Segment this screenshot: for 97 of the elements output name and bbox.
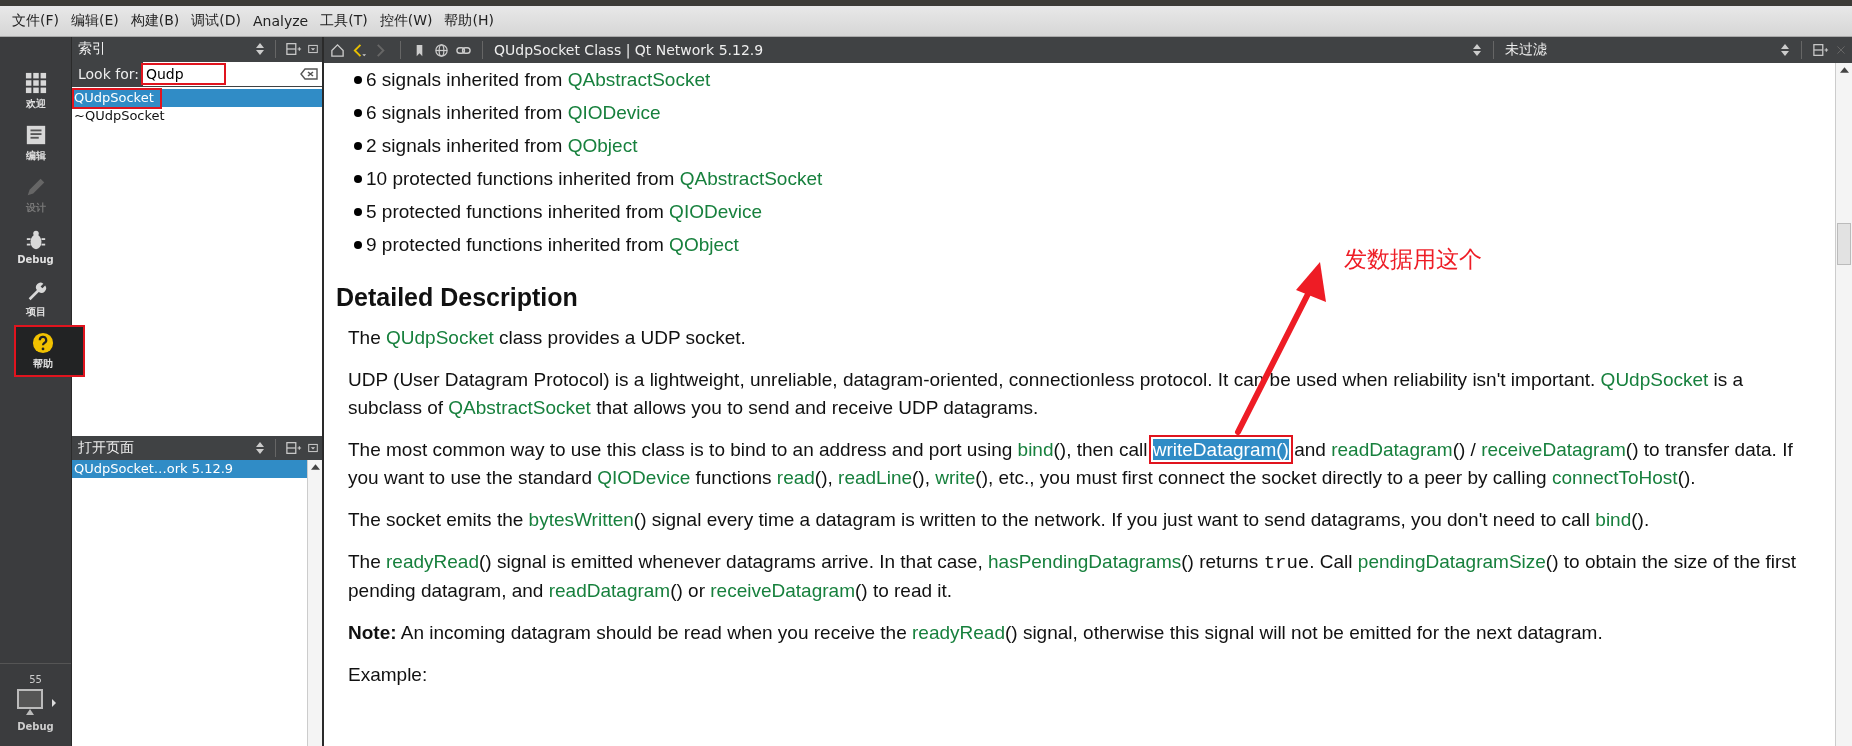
search-label: Look for: — [78, 66, 139, 82]
paragraph: The socket emits the bytesWritten() signal every time a datagram is written to the network. If you just want to send datagrams, you don't need to call bind(). — [348, 508, 1651, 532]
open-page-item[interactable]: QUdpSocket…ork 5.12.9 — [72, 460, 307, 478]
document-icon — [24, 123, 47, 146]
link[interactable]: pendingDatagramSize — [1357, 551, 1546, 572]
bullet-icon — [354, 240, 362, 249]
link[interactable]: read — [776, 467, 815, 488]
mode-label: Debug — [17, 254, 54, 265]
bullet-icon — [354, 174, 362, 183]
bug-icon — [24, 229, 47, 251]
mode-item[interactable]: Debug — [0, 221, 71, 273]
annotation-note: 发数据用这个 — [1344, 245, 1482, 274]
list-item-text: 2 signals inherited from QObject — [366, 134, 638, 157]
link[interactable]: readDatagram — [1331, 439, 1453, 460]
list-item-text: 6 signals inherited from QAbstractSocket — [366, 68, 711, 91]
link[interactable]: QObject — [669, 233, 739, 255]
menu-item[interactable]: 控件(W) — [373, 12, 439, 30]
section-heading: Detailed Description — [336, 283, 579, 312]
list-item-text: 6 signals inherited from QIODevice — [366, 101, 661, 124]
result-item[interactable]: ~QUdpSocket — [72, 107, 322, 125]
list-item-text: 5 protected functions inherited from QIODevice — [366, 200, 763, 223]
mode-label: 编辑 — [25, 148, 46, 163]
link[interactable]: receiveDatagram — [710, 580, 855, 601]
panel-title: 索引 — [78, 40, 107, 58]
panel-title: 打开页面 — [78, 439, 135, 457]
collapse-icon[interactable] — [308, 441, 318, 455]
link[interactable]: readDatagram — [548, 580, 671, 601]
scroll-up-icon[interactable] — [310, 464, 320, 470]
scroll-up-icon[interactable] — [1839, 67, 1849, 73]
mode-label: 项目 — [25, 304, 46, 319]
link[interactable]: QUdpSocket — [386, 327, 494, 348]
menu-item[interactable]: 帮助(H) — [438, 12, 500, 30]
link[interactable]: bind — [1595, 509, 1632, 530]
bullet-icon — [354, 108, 362, 117]
filter-dropdown[interactable]: 未过滤 — [1505, 41, 1773, 59]
page-title: QUdpSocket Class | Qt Network 5.12.9 — [494, 42, 764, 58]
list-item-text: 10 protected functions inherited from QAbstractSocket — [366, 167, 823, 190]
bullet-icon — [354, 207, 362, 216]
menu-item[interactable]: 编辑(E) — [65, 12, 125, 30]
link[interactable]: QUdpSocket — [1600, 369, 1709, 390]
menu-item[interactable]: 构建(B) — [124, 12, 186, 30]
link[interactable]: QIODevice — [669, 200, 763, 222]
link[interactable]: QAbstractSocket — [567, 68, 711, 90]
paragraph: Example: — [348, 663, 429, 687]
menu-item[interactable]: Analyze — [247, 13, 315, 29]
link[interactable]: QAbstractSocket — [448, 397, 591, 418]
clear-icon[interactable] — [300, 68, 318, 80]
link[interactable]: connectToHost — [1551, 467, 1678, 488]
list-item-text: 9 protected functions inherited from QObject — [366, 233, 739, 256]
kit-label: Debug — [17, 721, 54, 732]
link[interactable]: QObject — [567, 134, 638, 156]
mode-item[interactable]: 编辑 — [0, 117, 71, 169]
paragraph: The readyRead() signal is emitted whenever datagrams arrive. In that case, hasPendingDatagrams() returns true. Call pendingDatagramSize() to obtain the size of the first pending datagram, and readDatagram() or receiveDatagram() to read it. — [348, 550, 1798, 603]
mode-label: 设计 — [25, 200, 46, 215]
grid-icon — [24, 71, 47, 94]
home-icon[interactable] — [330, 42, 345, 58]
link[interactable]: readyRead — [386, 551, 479, 572]
updown-icon[interactable] — [255, 441, 265, 455]
paragraph: The QUdpSocket class provides a UDP socket. — [348, 326, 747, 350]
link[interactable]: readyRead — [912, 622, 1005, 643]
bullet-icon — [354, 75, 362, 84]
mode-item[interactable]: 项目 — [0, 273, 71, 325]
link[interactable]: receiveDatagram — [1481, 439, 1626, 460]
mode-label: 帮助 — [32, 356, 53, 371]
link[interactable]: write — [935, 467, 976, 488]
mode-item[interactable]: 帮助 — [14, 325, 85, 377]
scrollbar[interactable] — [1835, 63, 1852, 746]
updown-icon[interactable] — [1472, 43, 1482, 57]
updown-icon[interactable] — [1780, 43, 1790, 57]
paragraph: The most common way to use this class is to bind to an address and port using bind(), then call writeDatagram() and readDatagram() / receiveDatagram() to transfer data. If you want to use the standard QIODevice functions read(), readLine(), write(), etc., you must first connect the socket directly to a peer by calling connectToHost(). — [348, 438, 1794, 490]
split-icon[interactable] — [286, 441, 302, 455]
updown-icon[interactable] — [255, 42, 265, 56]
result-item[interactable]: QUdpSocket — [72, 89, 322, 107]
scrollbar[interactable] — [307, 460, 322, 746]
split-icon[interactable] — [1813, 43, 1829, 57]
menu-item[interactable]: 调试(D) — [185, 12, 247, 30]
link[interactable]: QAbstractSocket — [679, 167, 823, 189]
collapse-icon[interactable] — [308, 42, 318, 56]
build-count: 55 — [29, 674, 42, 685]
link[interactable]: hasPendingDatagrams — [988, 551, 1182, 572]
bullet-icon — [354, 141, 362, 150]
menu-item[interactable]: 工具(T) — [314, 12, 374, 30]
link[interactable]: bind — [1017, 439, 1054, 460]
scroll-thumb[interactable] — [1837, 223, 1851, 265]
split-icon[interactable] — [286, 42, 302, 56]
menu-item[interactable]: 文件(F) — [6, 12, 65, 30]
mode-label: 欢迎 — [25, 96, 46, 111]
link[interactable]: QIODevice — [567, 101, 661, 123]
globe-icon[interactable] — [434, 42, 449, 58]
link[interactable]: bytesWritten — [528, 509, 634, 530]
link[interactable]: readLine — [838, 467, 912, 488]
back-icon[interactable] — [352, 42, 367, 58]
link[interactable]: QIODevice — [597, 467, 691, 488]
paragraph: Note: An incoming datagram should be read when you receive the readyRead() signal, otherwise this signal will not be emitted for the next datagram. — [348, 621, 1604, 645]
help-icon — [31, 331, 54, 354]
mode-item[interactable]: 欢迎 — [0, 65, 71, 117]
search-field[interactable]: Qudp — [142, 62, 322, 86]
